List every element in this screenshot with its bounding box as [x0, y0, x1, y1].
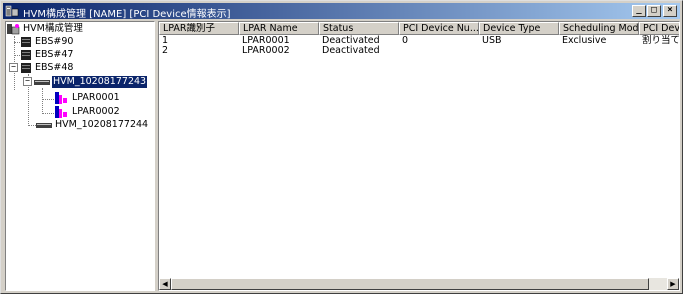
collapse-toggle[interactable]: − — [9, 63, 18, 72]
column-header-pci-device-number[interactable]: PCI Device Nu... — [399, 22, 479, 35]
column-header-status[interactable]: Status — [319, 22, 399, 35]
cell-pci-device-assign — [639, 45, 679, 56]
tree-item-label: HVM_10208177244 — [55, 119, 149, 130]
hvm-icon — [36, 123, 52, 128]
tree-line — [42, 113, 54, 114]
cell-scheduling-mode — [559, 45, 639, 56]
horizontal-scrollbar[interactable]: ◀ ▶ — [159, 278, 679, 290]
window-title: HVM構成管理 [NAME] [PCI Device情報表示] — [23, 9, 231, 20]
column-header-scheduling-mode[interactable]: Scheduling Mode — [559, 22, 639, 35]
hvm-icon — [34, 80, 50, 85]
lpar-icon — [55, 92, 67, 104]
tree-item-label: LPAR0001 — [72, 92, 120, 103]
tree-line — [28, 125, 36, 126]
server-icon — [21, 50, 31, 60]
column-header-pci-device-assign[interactable]: PCI Devi — [639, 22, 679, 35]
column-header-lpar-name[interactable]: LPAR Name — [239, 22, 319, 35]
column-header-device-type[interactable]: Device Type — [479, 22, 559, 35]
cell-status: Deactivated — [322, 45, 380, 56]
tree-item-label: HVM_10208177243 — [50, 75, 149, 89]
tree-item-label: EBS#90 — [35, 36, 74, 47]
scrollbar-thumb[interactable] — [171, 278, 649, 290]
tree-view[interactable]: HVM構成管理 EBS#90 EBS#47 − EBS#48 − HVM_102… — [5, 21, 155, 291]
cell-lpar-name: LPAR0002 — [242, 45, 290, 56]
minimize-button[interactable]: _ — [632, 5, 646, 17]
tree-item-label: EBS#48 — [35, 62, 74, 73]
tree-root-label: HVM構成管理 — [23, 23, 83, 34]
cell-pci-device-number — [399, 45, 479, 56]
server-icon — [21, 37, 31, 47]
cell-lpar-id: 2 — [162, 45, 169, 56]
title-bar[interactable]: HVM構成管理 [NAME] [PCI Device情報表示] _ □ × — [3, 3, 680, 20]
tree-line — [42, 99, 54, 100]
hvm-root-icon — [7, 24, 20, 35]
cell-device-type — [479, 45, 559, 56]
lpar-icon — [55, 106, 67, 118]
app-icon — [5, 5, 19, 17]
maximize-button[interactable]: □ — [647, 5, 661, 17]
server-icon — [21, 63, 31, 73]
pci-device-list[interactable]: LPAR識別子 LPAR Name Status PCI Device Nu..… — [158, 21, 680, 291]
close-button[interactable]: × — [663, 5, 677, 17]
tree-line — [42, 88, 43, 114]
collapse-toggle[interactable]: − — [23, 77, 32, 86]
tree-item-label: LPAR0002 — [72, 106, 120, 117]
column-header-lpar-id[interactable]: LPAR識別子 — [159, 22, 239, 35]
tree-item-label: EBS#47 — [35, 49, 74, 60]
app-window: HVM構成管理 [NAME] [PCI Device情報表示] _ □ × HV… — [0, 0, 683, 294]
scroll-right-button[interactable]: ▶ — [667, 278, 679, 290]
scroll-left-button[interactable]: ◀ — [159, 278, 171, 290]
